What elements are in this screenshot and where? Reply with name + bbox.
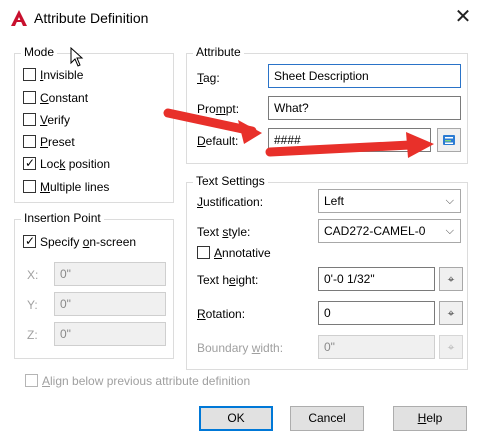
default-field[interactable]: ####: [268, 128, 431, 152]
y-field[interactable]: 0": [54, 292, 166, 316]
verify-label: Verify: [40, 113, 71, 127]
prompt-field[interactable]: What?: [268, 96, 461, 120]
text-settings-group-title: Text Settings: [193, 174, 268, 188]
z-label: Z:: [27, 328, 38, 342]
y-label: Y:: [27, 298, 38, 312]
text-style-value: CAD272-CAMEL-0: [324, 224, 426, 238]
multiple-lines-checkbox-box[interactable]: [23, 180, 36, 193]
preset-checkbox[interactable]: Preset: [22, 134, 162, 150]
align-below-checkbox-box[interactable]: [25, 374, 38, 387]
specify-on-screen-checkbox-box[interactable]: [23, 235, 36, 248]
lock-position-checkbox-box[interactable]: [23, 157, 36, 170]
preset-checkbox-box[interactable]: [23, 135, 36, 148]
z-field[interactable]: 0": [54, 322, 166, 346]
rotation-pick-button[interactable]: ⌖: [439, 301, 463, 325]
text-height-field[interactable]: 0'-0 1/32": [318, 267, 435, 291]
crosshair-icon: ⌖: [447, 340, 455, 354]
mouse-cursor-icon: [70, 46, 84, 70]
prompt-label: Prompt:: [197, 102, 240, 116]
mode-group-title: Mode: [21, 45, 58, 59]
invisible-checkbox-box[interactable]: [23, 68, 36, 81]
verify-checkbox[interactable]: Verify: [22, 112, 162, 128]
boundary-width-field[interactable]: 0": [318, 335, 435, 359]
align-below-label: Align below previous attribute definitio…: [42, 374, 251, 388]
chevron-down-icon: ⌵: [445, 225, 454, 237]
autocad-logo-icon: [10, 9, 28, 27]
invisible-checkbox[interactable]: Invisible: [22, 67, 162, 83]
x-label: X:: [27, 268, 39, 282]
invisible-label: Invisible: [40, 68, 84, 82]
text-style-label: Text style:: [197, 225, 251, 239]
close-icon[interactable]: ✕: [450, 4, 476, 30]
justification-value: Left: [324, 194, 345, 208]
insert-field-icon: [441, 135, 457, 151]
insert-field-button[interactable]: [437, 128, 461, 152]
justification-label: Justification:: [197, 195, 264, 209]
default-label: Default:: [197, 134, 239, 148]
rotation-label: Rotation:: [197, 307, 246, 321]
window-title: Attribute Definition: [34, 10, 149, 26]
multiple-lines-label: Multiple lines: [40, 180, 110, 194]
multiple-lines-checkbox[interactable]: Multiple lines: [22, 179, 162, 195]
chevron-down-icon: ⌵: [445, 195, 454, 207]
lock-position-checkbox[interactable]: Lock position: [22, 156, 162, 172]
lock-position-label: Lock position: [40, 157, 111, 171]
specify-on-screen-label: Specify on-screen: [40, 235, 137, 249]
align-below-checkbox[interactable]: Align below previous attribute definitio…: [24, 373, 284, 389]
boundary-width-pick-button[interactable]: ⌖: [439, 335, 463, 359]
attribute-group-title: Attribute: [193, 45, 244, 59]
specify-on-screen-checkbox[interactable]: Specify on-screen: [22, 234, 162, 250]
crosshair-icon: ⌖: [447, 306, 455, 320]
x-field[interactable]: 0": [54, 262, 166, 286]
rotation-field[interactable]: 0: [318, 301, 435, 325]
verify-checkbox-box[interactable]: [23, 113, 36, 126]
boundary-width-label: Boundary width:: [197, 341, 284, 355]
cancel-button[interactable]: Cancel: [290, 406, 364, 431]
tag-field[interactable]: Sheet Description: [268, 64, 461, 88]
insertion-point-group-title: Insertion Point: [21, 211, 104, 225]
constant-checkbox-box[interactable]: [23, 91, 36, 104]
tag-label: Tag:: [197, 71, 220, 85]
annotative-checkbox-box[interactable]: [197, 246, 210, 259]
ok-button[interactable]: OK: [199, 406, 273, 431]
text-height-label: Text height:: [197, 273, 259, 287]
help-button[interactable]: Help: [393, 406, 467, 431]
text-style-select[interactable]: CAD272-CAMEL-0 ⌵: [318, 219, 461, 243]
annotative-checkbox[interactable]: Annotative: [196, 245, 316, 261]
preset-label: Preset: [40, 135, 75, 149]
text-height-pick-button[interactable]: ⌖: [439, 267, 463, 291]
justification-select[interactable]: Left ⌵: [318, 189, 461, 213]
crosshair-icon: ⌖: [447, 272, 455, 286]
constant-checkbox[interactable]: Constant: [22, 90, 162, 106]
annotative-label: Annotative: [214, 246, 271, 260]
constant-label: Constant: [40, 91, 89, 105]
